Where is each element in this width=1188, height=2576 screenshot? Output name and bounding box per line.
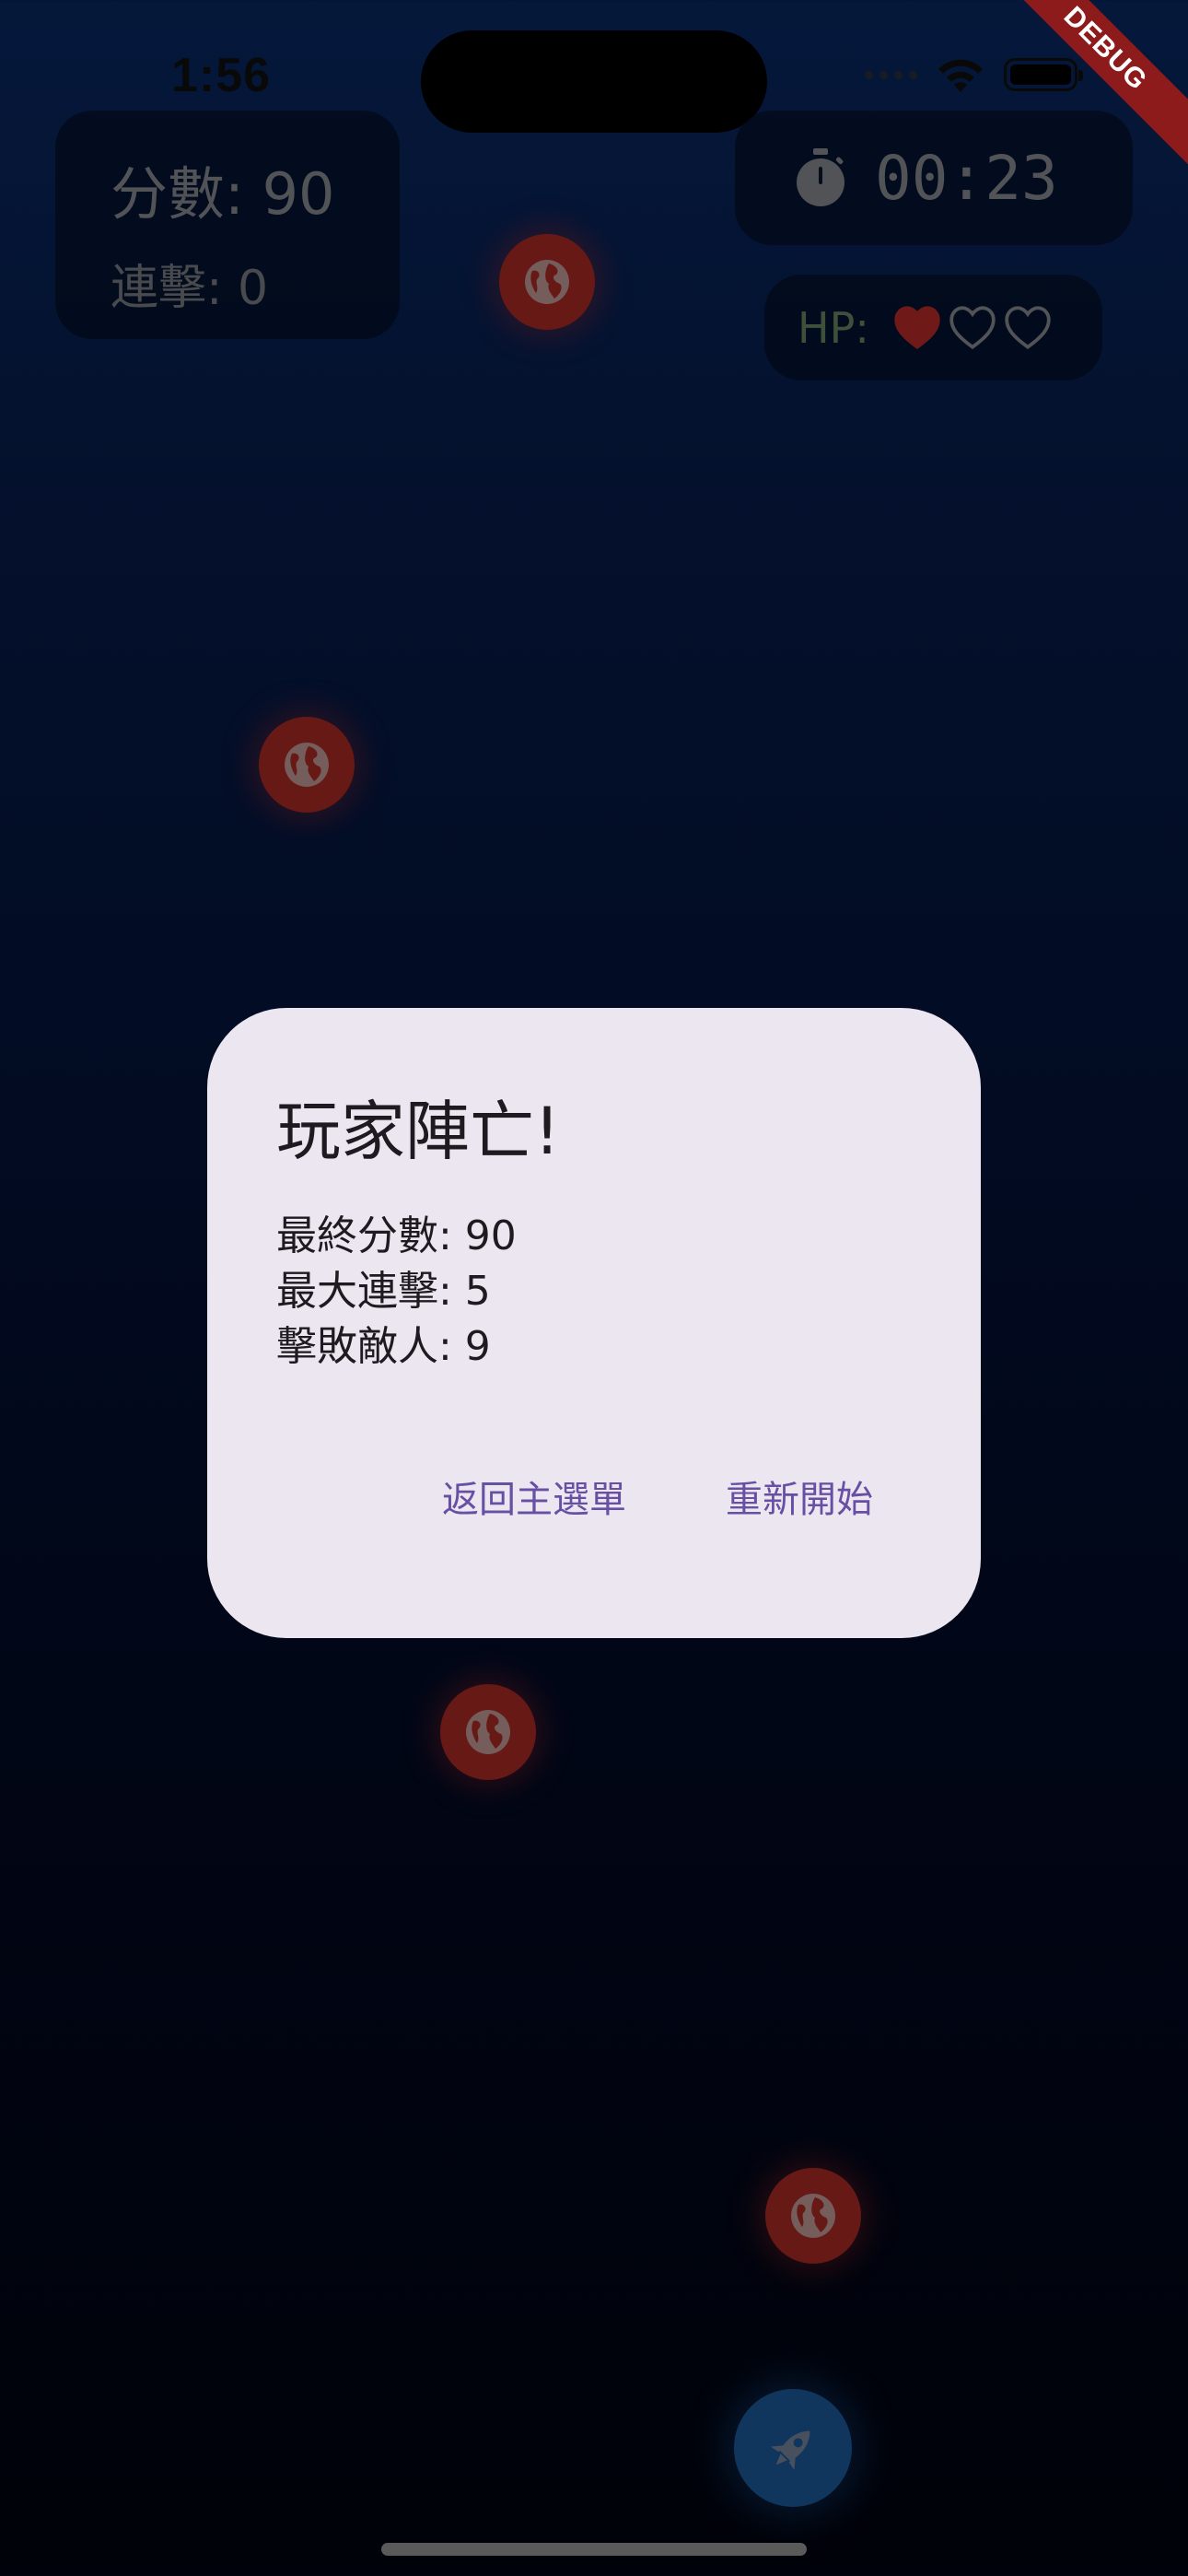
restart-button[interactable]: 重新開始 xyxy=(726,1467,873,1533)
dialog-title: 玩家陣亡! xyxy=(276,1094,561,1169)
enemies-defeated-text: 擊敗敵人: 9 xyxy=(276,1323,491,1370)
dialog-actions: 返回主選單 重新開始 xyxy=(207,1467,981,1533)
game-over-dialog: 玩家陣亡! 最終分數: 90 最大連擊: 5 擊敗敵人: 9 返回主選單 重新開… xyxy=(207,1008,981,1638)
home-indicator xyxy=(381,2543,807,2556)
main-menu-button[interactable]: 返回主選單 xyxy=(442,1467,626,1533)
final-score-text: 最終分數: 90 xyxy=(276,1212,517,1259)
max-combo-text: 最大連擊: 5 xyxy=(276,1268,491,1315)
dialog-stats: 最終分數: 90 最大連擊: 5 擊敗敵人: 9 xyxy=(276,1209,517,1375)
